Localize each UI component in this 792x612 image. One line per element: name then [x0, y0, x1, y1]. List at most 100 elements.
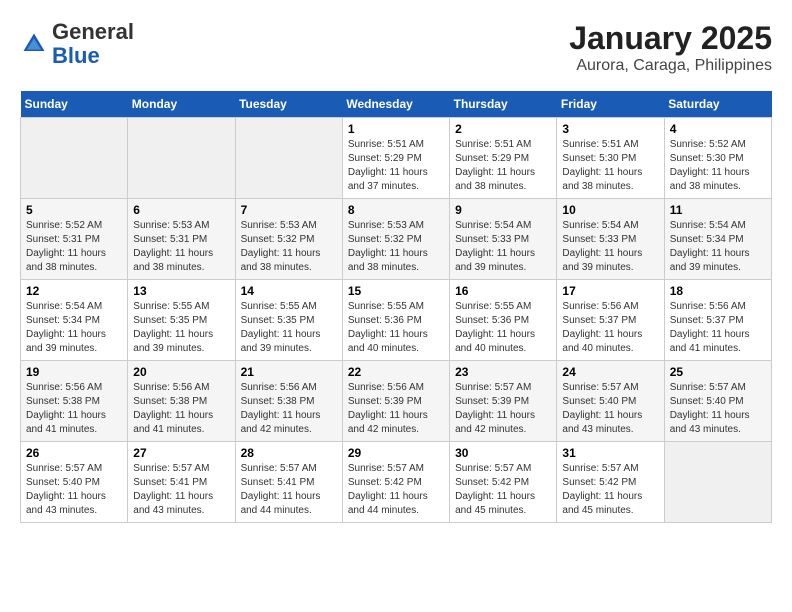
calendar-cell: 25Sunrise: 5:57 AM Sunset: 5:40 PM Dayli…	[664, 361, 771, 442]
day-info: Sunrise: 5:57 AM Sunset: 5:40 PM Dayligh…	[26, 462, 122, 518]
day-number: 26	[26, 446, 122, 460]
logo-blue: Blue	[52, 43, 100, 68]
calendar-cell: 2Sunrise: 5:51 AM Sunset: 5:29 PM Daylig…	[450, 118, 557, 199]
day-info: Sunrise: 5:51 AM Sunset: 5:29 PM Dayligh…	[455, 138, 551, 194]
logo-text: General Blue	[52, 20, 134, 68]
day-info: Sunrise: 5:54 AM Sunset: 5:34 PM Dayligh…	[670, 219, 766, 275]
day-info: Sunrise: 5:56 AM Sunset: 5:39 PM Dayligh…	[348, 381, 444, 437]
day-info: Sunrise: 5:54 AM Sunset: 5:33 PM Dayligh…	[562, 219, 658, 275]
day-info: Sunrise: 5:57 AM Sunset: 5:42 PM Dayligh…	[455, 462, 551, 518]
calendar-cell: 15Sunrise: 5:55 AM Sunset: 5:36 PM Dayli…	[342, 280, 449, 361]
day-number: 31	[562, 446, 658, 460]
day-info: Sunrise: 5:51 AM Sunset: 5:29 PM Dayligh…	[348, 138, 444, 194]
calendar-cell: 1Sunrise: 5:51 AM Sunset: 5:29 PM Daylig…	[342, 118, 449, 199]
day-info: Sunrise: 5:57 AM Sunset: 5:39 PM Dayligh…	[455, 381, 551, 437]
day-info: Sunrise: 5:53 AM Sunset: 5:31 PM Dayligh…	[133, 219, 229, 275]
day-number: 20	[133, 365, 229, 379]
calendar-week-row: 1Sunrise: 5:51 AM Sunset: 5:29 PM Daylig…	[21, 118, 772, 199]
calendar-subtitle: Aurora, Caraga, Philippines	[569, 57, 772, 75]
day-number: 4	[670, 122, 766, 136]
day-info: Sunrise: 5:56 AM Sunset: 5:37 PM Dayligh…	[562, 300, 658, 356]
calendar-cell: 5Sunrise: 5:52 AM Sunset: 5:31 PM Daylig…	[21, 199, 128, 280]
calendar-header: SundayMondayTuesdayWednesdayThursdayFrid…	[21, 91, 772, 118]
calendar-cell	[21, 118, 128, 199]
calendar-cell: 10 Sunrise: 5:54 AM Sunset: 5:33 PM Dayli…	[557, 199, 664, 280]
calendar-cell: 28 Sunrise: 5:57 AM Sunset: 5:41 PM Dayli…	[235, 442, 342, 523]
weekday-header: Monday	[128, 91, 235, 118]
weekday-header: Wednesday	[342, 91, 449, 118]
calendar-cell: 19Sunrise: 5:56 AM Sunset: 5:38 PM Dayli…	[21, 361, 128, 442]
weekday-header: Thursday	[450, 91, 557, 118]
calendar-week-row: 26 Sunrise: 5:57 AM Sunset: 5:40 PM Dayli…	[21, 442, 772, 523]
day-number: 8	[348, 203, 444, 217]
day-info: Sunrise: 5:53 AM Sunset: 5:32 PM Dayligh…	[241, 219, 337, 275]
day-number: 22	[348, 365, 444, 379]
day-info: Sunrise: 5:57 AM Sunset: 5:40 PM Dayligh…	[562, 381, 658, 437]
calendar-title: January 2025	[569, 20, 772, 57]
calendar-cell: 13Sunrise: 5:55 AM Sunset: 5:35 PM Dayli…	[128, 280, 235, 361]
title-block: January 2025 Aurora, Caraga, Philippines	[569, 20, 772, 75]
day-info: Sunrise: 5:57 AM Sunset: 5:41 PM Dayligh…	[133, 462, 229, 518]
day-info: Sunrise: 5:55 AM Sunset: 5:36 PM Dayligh…	[348, 300, 444, 356]
weekday-header: Tuesday	[235, 91, 342, 118]
day-info: Sunrise: 5:56 AM Sunset: 5:37 PM Dayligh…	[670, 300, 766, 356]
calendar-cell: 17 Sunrise: 5:56 AM Sunset: 5:37 PM Dayli…	[557, 280, 664, 361]
weekday-header: Sunday	[21, 91, 128, 118]
day-number: 10	[562, 203, 658, 217]
day-info: Sunrise: 5:57 AM Sunset: 5:42 PM Dayligh…	[562, 462, 658, 518]
day-info: Sunrise: 5:56 AM Sunset: 5:38 PM Dayligh…	[133, 381, 229, 437]
day-info: Sunrise: 5:55 AM Sunset: 5:36 PM Dayligh…	[455, 300, 551, 356]
day-number: 27	[133, 446, 229, 460]
day-info: Sunrise: 5:55 AM Sunset: 5:35 PM Dayligh…	[133, 300, 229, 356]
day-number: 5	[26, 203, 122, 217]
day-number: 7	[241, 203, 337, 217]
day-number: 25	[670, 365, 766, 379]
logo-icon	[20, 30, 48, 58]
calendar-cell: 29 Sunrise: 5:57 AM Sunset: 5:42 PM Dayli…	[342, 442, 449, 523]
calendar-cell: 31 Sunrise: 5:57 AM Sunset: 5:42 PM Dayli…	[557, 442, 664, 523]
calendar-cell: 4Sunrise: 5:52 AM Sunset: 5:30 PM Daylig…	[664, 118, 771, 199]
day-number: 23	[455, 365, 551, 379]
day-number: 17	[562, 284, 658, 298]
day-info: Sunrise: 5:51 AM Sunset: 5:30 PM Dayligh…	[562, 138, 658, 194]
calendar-cell: 26 Sunrise: 5:57 AM Sunset: 5:40 PM Dayli…	[21, 442, 128, 523]
calendar-cell: 27 Sunrise: 5:57 AM Sunset: 5:41 PM Dayli…	[128, 442, 235, 523]
day-info: Sunrise: 5:55 AM Sunset: 5:35 PM Dayligh…	[241, 300, 337, 356]
calendar-cell: 14 Sunrise: 5:55 AM Sunset: 5:35 PM Dayli…	[235, 280, 342, 361]
weekday-header: Friday	[557, 91, 664, 118]
calendar-cell: 22 Sunrise: 5:56 AM Sunset: 5:39 PM Dayli…	[342, 361, 449, 442]
day-number: 29	[348, 446, 444, 460]
calendar-cell: 6 Sunrise: 5:53 AM Sunset: 5:31 PM Daylig…	[128, 199, 235, 280]
logo: General Blue	[20, 20, 134, 68]
day-number: 6	[133, 203, 229, 217]
day-info: Sunrise: 5:57 AM Sunset: 5:41 PM Dayligh…	[241, 462, 337, 518]
logo-general: General	[52, 19, 134, 44]
day-info: Sunrise: 5:57 AM Sunset: 5:42 PM Dayligh…	[348, 462, 444, 518]
day-number: 16	[455, 284, 551, 298]
calendar-cell: 20 Sunrise: 5:56 AM Sunset: 5:38 PM Dayli…	[128, 361, 235, 442]
calendar-cell: 21 Sunrise: 5:56 AM Sunset: 5:38 PM Dayli…	[235, 361, 342, 442]
weekday-row: SundayMondayTuesdayWednesdayThursdayFrid…	[21, 91, 772, 118]
day-number: 9	[455, 203, 551, 217]
calendar-table: SundayMondayTuesdayWednesdayThursdayFrid…	[20, 91, 772, 523]
page-header: General Blue January 2025 Aurora, Caraga…	[20, 20, 772, 75]
calendar-cell: 12Sunrise: 5:54 AM Sunset: 5:34 PM Dayli…	[21, 280, 128, 361]
calendar-week-row: 19Sunrise: 5:56 AM Sunset: 5:38 PM Dayli…	[21, 361, 772, 442]
day-number: 30	[455, 446, 551, 460]
calendar-week-row: 5Sunrise: 5:52 AM Sunset: 5:31 PM Daylig…	[21, 199, 772, 280]
calendar-cell: 8Sunrise: 5:53 AM Sunset: 5:32 PM Daylig…	[342, 199, 449, 280]
calendar-cell: 9Sunrise: 5:54 AM Sunset: 5:33 PM Daylig…	[450, 199, 557, 280]
day-info: Sunrise: 5:54 AM Sunset: 5:34 PM Dayligh…	[26, 300, 122, 356]
calendar-body: 1Sunrise: 5:51 AM Sunset: 5:29 PM Daylig…	[21, 118, 772, 523]
calendar-cell: 16 Sunrise: 5:55 AM Sunset: 5:36 PM Dayli…	[450, 280, 557, 361]
day-number: 11	[670, 203, 766, 217]
day-number: 14	[241, 284, 337, 298]
calendar-cell: 23 Sunrise: 5:57 AM Sunset: 5:39 PM Dayli…	[450, 361, 557, 442]
day-number: 21	[241, 365, 337, 379]
calendar-cell: 7 Sunrise: 5:53 AM Sunset: 5:32 PM Daylig…	[235, 199, 342, 280]
calendar-cell	[235, 118, 342, 199]
day-number: 28	[241, 446, 337, 460]
day-number: 24	[562, 365, 658, 379]
day-info: Sunrise: 5:56 AM Sunset: 5:38 PM Dayligh…	[26, 381, 122, 437]
day-info: Sunrise: 5:56 AM Sunset: 5:38 PM Dayligh…	[241, 381, 337, 437]
